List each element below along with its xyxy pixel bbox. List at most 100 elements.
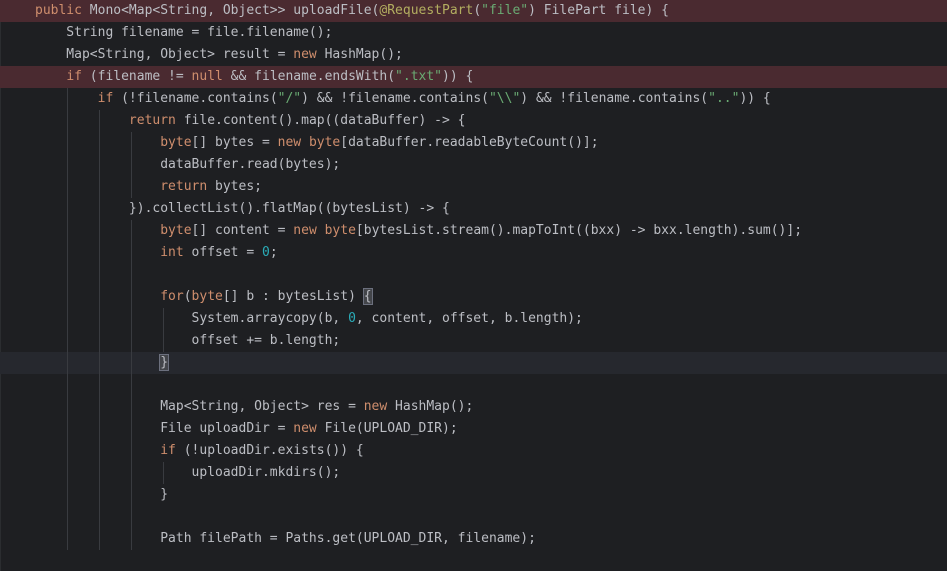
- matched-brace-token: {: [362, 288, 373, 305]
- code-line[interactable]: byte[] content = new byte[bytesList.stre…: [0, 220, 947, 242]
- keyword-token: for: [160, 289, 184, 304]
- indent-guide: [131, 352, 132, 374]
- code-token: offset =: [183, 245, 262, 260]
- code-line[interactable]: if (filename != null && filename.endsWit…: [0, 66, 947, 88]
- number-token: 0: [262, 245, 270, 260]
- indent-guide: [131, 396, 132, 418]
- code-line[interactable]: }).collectList().flatMap((bytesList) -> …: [0, 198, 947, 220]
- code-line[interactable]: }: [0, 484, 947, 506]
- code-token: Map<String, Object> res =: [35, 399, 364, 414]
- code-line[interactable]: Path filePath = Paths.get(UPLOAD_DIR, fi…: [0, 528, 947, 550]
- keyword-token: return: [128, 113, 176, 128]
- code-token: File uploadDir =: [35, 421, 294, 436]
- keyword-token: if: [66, 69, 82, 84]
- indent-guide: [99, 132, 100, 154]
- indent-guide: [99, 198, 100, 220]
- code-token: dataBuffer.read(bytes);: [35, 157, 341, 172]
- code-token: , content, offset, b.length);: [355, 311, 583, 326]
- code-line[interactable]: [0, 374, 947, 396]
- code-line[interactable]: if (!uploadDir.exists()) {: [0, 440, 947, 462]
- indent-guide: [131, 154, 132, 176]
- code-token: Map<String, Object> result =: [35, 47, 294, 62]
- code-token: [] bytes =: [191, 135, 278, 150]
- code-line[interactable]: String filename = file.filename();: [0, 22, 947, 44]
- indent-guide: [131, 220, 132, 242]
- code-token: [] b : bytesList): [222, 289, 364, 304]
- keyword-token: new: [293, 47, 317, 62]
- indent-guide: [99, 528, 100, 550]
- indent-guide: [67, 418, 68, 440]
- code-line[interactable]: [0, 550, 947, 571]
- annotation-token: @RequestPart: [379, 3, 474, 18]
- indent-guide: [131, 462, 132, 484]
- indent-guide: [99, 396, 100, 418]
- code-line[interactable]: File uploadDir = new File(UPLOAD_DIR);: [0, 418, 947, 440]
- indent-guide: [131, 528, 132, 550]
- indent-guide: [131, 242, 132, 264]
- indent-guide: [99, 418, 100, 440]
- code-token: HashMap();: [387, 399, 474, 414]
- code-line[interactable]: uploadDir.mkdirs();: [0, 462, 947, 484]
- code-line[interactable]: if (!filename.contains("/") && !filename…: [0, 88, 947, 110]
- indent-guide: [99, 352, 100, 374]
- string-literal-token: "file": [481, 3, 529, 18]
- indent-guide: [131, 286, 132, 308]
- indent-guide: [99, 308, 100, 330]
- indent-guide: [67, 440, 68, 462]
- code-line[interactable]: Map<String, Object> result = new HashMap…: [0, 44, 947, 66]
- code-line[interactable]: }: [0, 352, 947, 374]
- code-line[interactable]: for(byte[] b : bytesList) {: [0, 286, 947, 308]
- indent-guide: [131, 506, 132, 528]
- code-token: Path filePath = Paths.get(UPLOAD_DIR, fi…: [35, 531, 536, 546]
- indent-guide: [131, 330, 132, 352]
- indent-guide: [99, 330, 100, 352]
- code-line[interactable]: int offset = 0;: [0, 242, 947, 264]
- code-token: HashMap();: [316, 47, 403, 62]
- indent-guide: [99, 154, 100, 176]
- code-token: ) FilePart file) {: [528, 3, 669, 18]
- code-token: [] content =: [191, 223, 294, 238]
- keyword-token: new: [363, 399, 388, 414]
- code-line[interactable]: public Mono<Map<String, Object>> uploadF…: [0, 0, 947, 22]
- code-line[interactable]: [0, 506, 947, 528]
- code-token: (!filename.contains(: [113, 91, 278, 106]
- code-token: && filename.endsWith(: [222, 69, 396, 84]
- code-line[interactable]: return bytes;: [0, 176, 947, 198]
- indent-guide: [99, 176, 100, 198]
- keyword-token: null: [191, 69, 223, 84]
- indent-guide: [99, 462, 100, 484]
- code-token: System.arraycopy(b,: [35, 311, 349, 326]
- indent-guide: [67, 88, 68, 110]
- indent-guide: [163, 308, 164, 330]
- indent-guide: [67, 242, 68, 264]
- indent-guide: [131, 374, 132, 396]
- indent-guide: [131, 176, 132, 198]
- keyword-token: new: [293, 421, 317, 436]
- indent-guide: [67, 154, 68, 176]
- code-token: (filename !=: [81, 69, 192, 84]
- code-line[interactable]: offset += b.length;: [0, 330, 947, 352]
- code-token: file.content().map((dataBuffer) -> {: [175, 113, 466, 128]
- code-line[interactable]: System.arraycopy(b, 0, content, offset, …: [0, 308, 947, 330]
- keyword-token: byte: [308, 135, 341, 150]
- code-line[interactable]: dataBuffer.read(bytes);: [0, 154, 947, 176]
- code-line[interactable]: Map<String, Object> res = new HashMap();: [0, 396, 947, 418]
- code-line[interactable]: return file.content().map((dataBuffer) -…: [0, 110, 947, 132]
- string-literal-token: ".txt": [395, 69, 443, 84]
- code-token: offset += b.length;: [35, 333, 341, 348]
- code-line[interactable]: byte[] bytes = new byte[dataBuffer.reada…: [0, 132, 947, 154]
- code-editor[interactable]: public Mono<Map<String, Object>> uploadF…: [0, 0, 947, 571]
- code-token: )) {: [739, 91, 771, 106]
- indent-guide: [131, 308, 132, 330]
- matched-brace-token: }: [159, 354, 170, 371]
- code-line[interactable]: [0, 264, 947, 286]
- indent-guide: [131, 484, 132, 506]
